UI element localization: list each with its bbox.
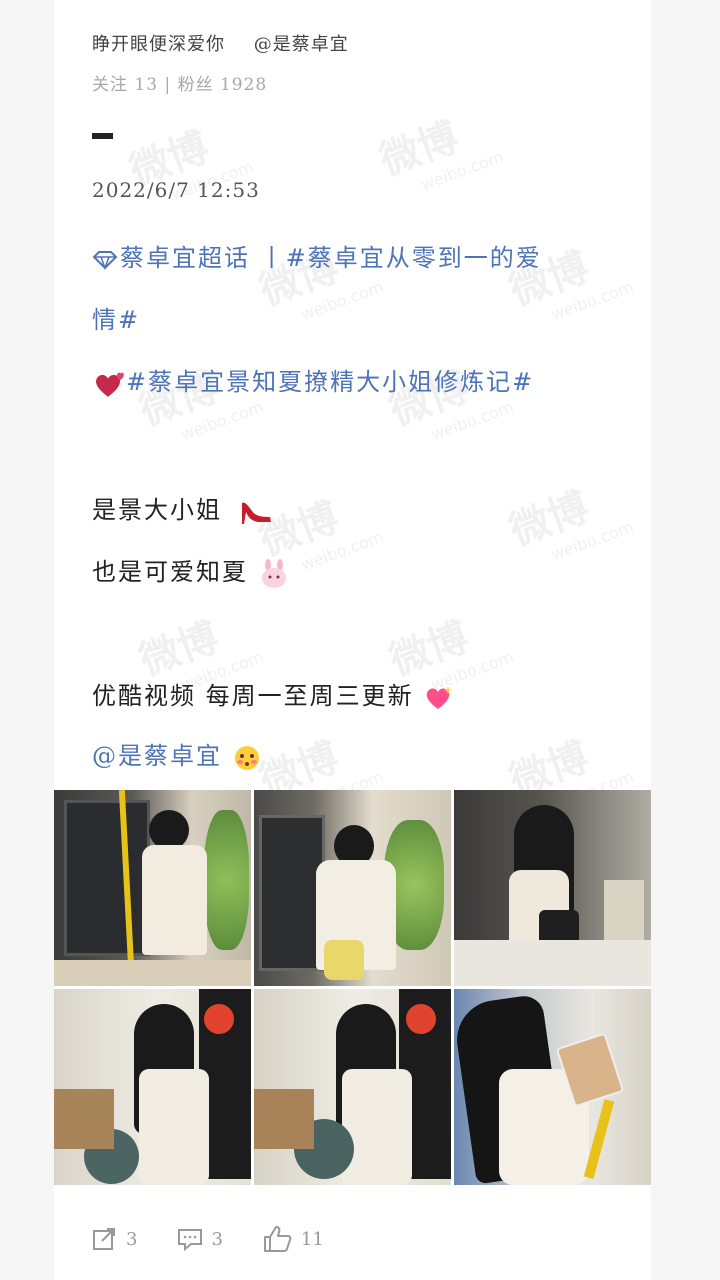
diamond-icon <box>92 250 118 270</box>
comment-button[interactable]: 3 <box>177 1227 223 1251</box>
text-line-2: 也是可爱知夏 <box>92 552 290 590</box>
like-count: 11 <box>300 1228 324 1250</box>
topic-line-3[interactable]: #蔡卓宜景知夏撩精大小姐修炼记# <box>92 362 534 399</box>
text-line-3: 优酷视频 每周一至周三更新 <box>92 676 453 713</box>
bunny-emoji <box>261 558 286 588</box>
post-date: 2022/6/7 12:53 <box>92 178 260 202</box>
action-bar: 3 3 11 <box>92 1222 512 1256</box>
photo-1[interactable] <box>54 790 251 986</box>
topic-text-3[interactable]: #蔡卓宜景知夏撩精大小姐修炼记# <box>126 368 534 396</box>
repost-icon <box>93 1228 115 1250</box>
repost-button[interactable]: 3 <box>92 1227 137 1251</box>
user-line: 睁开眼便深爱你 @是蔡卓宜 <box>92 30 349 56</box>
text-3: 优酷视频 每周一至周三更新 <box>92 682 414 710</box>
comment-icon <box>178 1229 203 1251</box>
divider-mark <box>92 133 113 139</box>
photo-4[interactable] <box>54 989 251 1185</box>
high-heel-emoji <box>241 501 271 524</box>
topic-text-2[interactable]: 情# <box>92 300 140 335</box>
topic-line[interactable]: 蔡卓宜超话 丨#蔡卓宜从零到一的爱 <box>92 238 542 273</box>
flushed-face-emoji <box>234 745 259 770</box>
thumbs-up-icon <box>263 1226 292 1252</box>
like-button[interactable]: 11 <box>263 1225 324 1253</box>
repost-count: 3 <box>126 1228 138 1250</box>
comment-count: 3 <box>211 1228 223 1250</box>
text-1: 是景大小姐 <box>92 496 222 524</box>
follow-stats: 关注 13 | 粉丝 1928 <box>92 75 268 95</box>
text-2: 也是可爱知夏 <box>92 558 248 586</box>
mention-link[interactable]: @是蔡卓宜 <box>92 742 222 770</box>
photo-3[interactable] <box>454 790 651 986</box>
sparkling-heart-emoji <box>427 685 453 709</box>
mention-line[interactable]: @是蔡卓宜 <box>92 736 262 773</box>
nickname[interactable]: 睁开眼便深爱你 <box>92 34 225 55</box>
photo-6[interactable] <box>454 989 651 1185</box>
two-hearts-emoji <box>95 372 124 397</box>
photo-2[interactable] <box>254 790 451 986</box>
user-mention[interactable]: @是蔡卓宜 <box>254 34 349 55</box>
photo-5[interactable] <box>254 989 451 1185</box>
topic-text-1[interactable]: 蔡卓宜超话 丨#蔡卓宜从零到一的爱 <box>120 244 542 272</box>
text-line-1: 是景大小姐 <box>92 490 274 527</box>
image-grid <box>54 790 651 1187</box>
